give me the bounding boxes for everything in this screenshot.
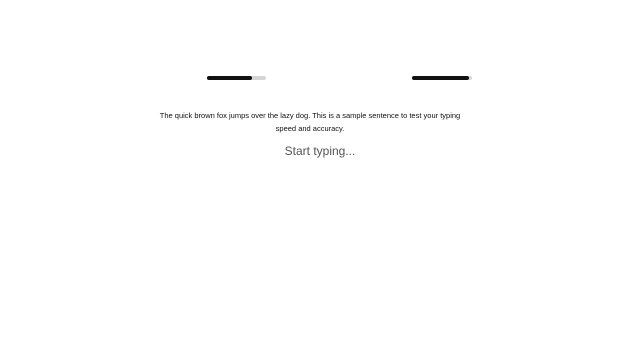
right-progress-bar xyxy=(412,76,472,80)
left-progress-bar xyxy=(207,76,266,80)
left-progress-fill xyxy=(207,76,252,80)
sample-sentence: The quick brown fox jumps over the lazy … xyxy=(159,111,461,133)
typing-test-app: The quick brown fox jumps over the lazy … xyxy=(0,0,640,357)
right-progress-fill xyxy=(412,76,469,80)
typing-input-placeholder[interactable]: Start typing... xyxy=(0,144,640,158)
